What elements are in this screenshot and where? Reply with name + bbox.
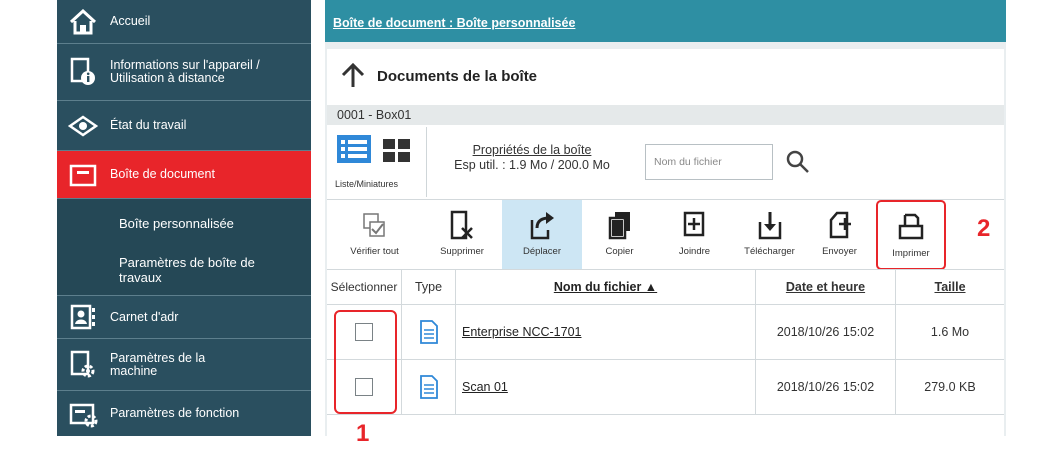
row-name-cell: Enterprise NCC-1701 xyxy=(456,305,756,359)
table-row[interactable]: Enterprise NCC-1701 2018/10/26 15:02 1.6… xyxy=(327,305,1004,360)
box-name: 0001 - Box01 xyxy=(327,105,1004,125)
sidebar-item-function-settings[interactable]: Paramètres de fonction xyxy=(57,391,311,436)
toolbar: Vérifier tout Supprimer Déplacer Copier … xyxy=(327,199,1004,270)
machine-settings-icon xyxy=(66,348,100,382)
box-properties-link[interactable]: Propriétés de la boîte xyxy=(427,143,637,158)
sidebar-item-accueil[interactable]: Accueil xyxy=(57,0,311,44)
search-area: Nom du fichier xyxy=(637,127,811,197)
panel-title-row: Documents de la boîte xyxy=(327,49,1004,103)
page-title: Documents de la boîte xyxy=(377,67,538,85)
column-header-select: Sélectionner xyxy=(327,270,402,304)
delete-label: Supprimer xyxy=(440,246,484,257)
row-name-cell: Scan 01 xyxy=(456,360,756,414)
download-button[interactable]: Télécharger xyxy=(732,200,807,270)
join-icon xyxy=(683,211,704,237)
download-icon xyxy=(758,212,781,240)
copy-icon xyxy=(608,212,630,240)
verify-all-label: Vérifier tout xyxy=(350,246,399,257)
send-button[interactable]: Envoyer xyxy=(807,200,872,270)
join-label: Joindre xyxy=(678,246,711,257)
checkbox-highlight xyxy=(334,310,397,414)
file-name-link[interactable]: Scan 01 xyxy=(462,380,508,394)
sidebar-item-job-status[interactable]: État du travail xyxy=(57,101,311,151)
search-icon[interactable] xyxy=(785,149,811,175)
documents-panel: Documents de la boîte 0001 - Box01 Liste… xyxy=(327,49,1004,436)
device-info-icon xyxy=(66,55,100,89)
sidebar-subitem-custom-box[interactable]: Boîte personnalisée xyxy=(57,216,311,231)
move-button[interactable]: Déplacer xyxy=(502,200,582,270)
row-size-cell: 1.6 Mo xyxy=(930,325,970,339)
verify-all-button[interactable]: Vérifier tout xyxy=(327,200,422,270)
eye-icon xyxy=(66,109,100,143)
sidebar-item-machine-settings[interactable]: Paramètres de la machine xyxy=(57,339,311,391)
column-header-size[interactable]: Taille xyxy=(896,270,1004,304)
sidebar-item-document-box[interactable]: Boîte de document xyxy=(57,151,311,199)
sidebar-item-label: Boîte de document xyxy=(110,167,215,181)
file-name-link[interactable]: Enterprise NCC-1701 xyxy=(462,325,582,339)
join-button[interactable]: Joindre xyxy=(657,200,732,270)
row-type-cell xyxy=(402,360,456,414)
row-size-cell: 279.0 KB xyxy=(924,380,976,394)
sidebar-item-label: Accueil xyxy=(110,14,151,28)
search-input[interactable]: Nom du fichier xyxy=(645,144,773,180)
file-table: Sélectionner Type Nom du fichier ▲ Date … xyxy=(327,269,1004,415)
view-caption: Liste/Miniatures xyxy=(335,179,399,189)
column-header-name[interactable]: Nom du fichier ▲ xyxy=(456,270,756,304)
address-book-icon xyxy=(66,300,100,334)
sidebar-item-device-info[interactable]: Informations sur l'appareil / Utilisatio… xyxy=(57,44,311,101)
copy-label: Copier xyxy=(605,246,634,257)
row-type-cell xyxy=(402,305,456,359)
thumbnail-view-icon[interactable] xyxy=(383,139,411,163)
storage-usage: Esp util. : 1.9 Mo / 200.0 Mo xyxy=(454,158,610,172)
document-icon xyxy=(419,320,438,344)
delete-button[interactable]: Supprimer xyxy=(422,200,502,270)
sidebar-item-label: Paramètres de la machine xyxy=(110,350,206,378)
box-properties: Propriétés de la boîte Esp util. : 1.9 M… xyxy=(427,127,637,197)
view-toggle-button[interactable]: Liste/Miniatures xyxy=(327,127,427,197)
sidebar-item-label: Carnet d'adr xyxy=(110,309,179,324)
print-icon xyxy=(898,213,924,240)
copy-button[interactable]: Copier xyxy=(582,200,657,270)
callout-1: 1 xyxy=(356,420,370,447)
up-arrow-icon[interactable] xyxy=(339,62,367,90)
delete-icon xyxy=(450,210,473,240)
print-button[interactable]: Imprimer xyxy=(876,200,946,270)
row-date-cell: 2018/10/26 15:02 xyxy=(756,360,896,414)
sidebar-item-address-book[interactable]: Carnet d'adr xyxy=(57,295,311,339)
column-header-date[interactable]: Date et heure xyxy=(756,270,896,304)
send-label: Envoyer xyxy=(822,246,857,257)
check-all-icon xyxy=(362,213,385,237)
view-row: Liste/Miniatures Propriétés de la boîte … xyxy=(327,127,1004,197)
move-icon xyxy=(530,212,554,240)
sidebar: Accueil Informations sur l'appareil / Ut… xyxy=(57,0,311,436)
table-row[interactable]: Scan 01 2018/10/26 15:02 279.0 KB xyxy=(327,360,1004,415)
print-label: Imprimer xyxy=(892,248,930,259)
home-icon xyxy=(66,5,100,39)
function-settings-icon xyxy=(66,397,100,431)
document-icon xyxy=(419,375,438,399)
table-header: Sélectionner Type Nom du fichier ▲ Date … xyxy=(327,269,1004,305)
sidebar-item-label: Paramètres de fonction xyxy=(110,406,240,420)
move-label: Déplacer xyxy=(522,246,562,257)
column-header-type: Type xyxy=(402,270,456,304)
main-area: Boîte de document : Boîte personnalisée … xyxy=(325,0,1006,436)
sidebar-item-label: Informations sur l'appareil / Utilisatio… xyxy=(110,58,260,85)
download-label: Télécharger xyxy=(744,246,795,257)
callout-2: 2 xyxy=(977,215,991,242)
sidebar-item-label: État du travail xyxy=(110,118,187,132)
list-view-icon[interactable] xyxy=(337,135,371,163)
breadcrumb[interactable]: Boîte de document : Boîte personnalisée xyxy=(333,16,575,30)
sidebar-subitem-job-box-settings[interactable]: Paramètres de boîte de travaux xyxy=(57,255,297,285)
row-date-cell: 2018/10/26 15:02 xyxy=(756,305,896,359)
send-icon xyxy=(829,211,851,239)
document-box-icon xyxy=(66,158,100,192)
